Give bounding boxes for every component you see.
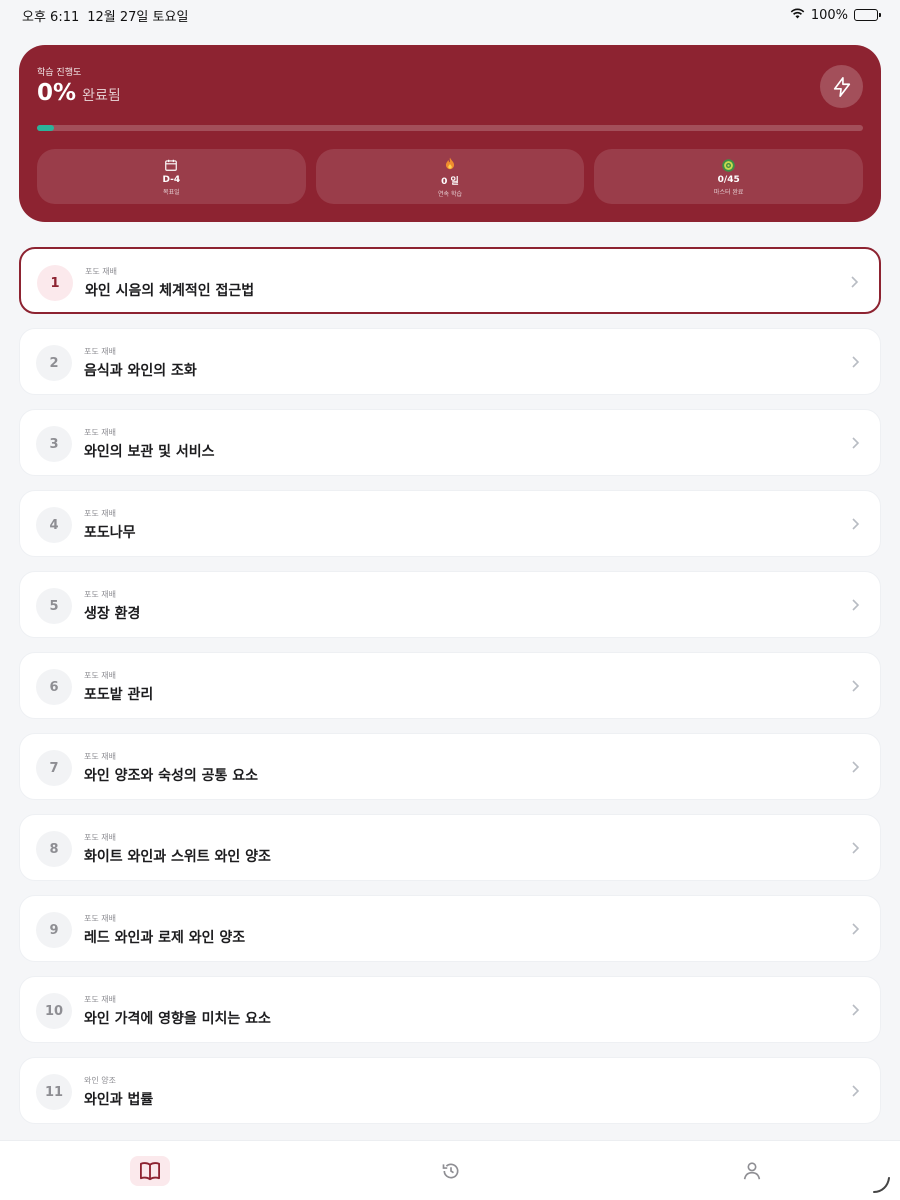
chevron-right-icon [852, 599, 860, 611]
stat-label: 목표일 [163, 189, 180, 196]
wifi-icon [790, 8, 805, 23]
lesson-title: 화이트 와인과 스위트 와인 양조 [84, 849, 271, 865]
status-bar: 오후 6:11 12월 27일 토요일 100% [0, 0, 900, 30]
lesson-title: 포도밭 관리 [84, 687, 154, 703]
lesson-title: 와인 양조와 숙성의 공통 요소 [84, 768, 259, 784]
lesson-category: 포도 재배 [85, 267, 117, 276]
lesson-title: 포도나무 [84, 525, 136, 541]
lesson-number: 3 [36, 426, 72, 462]
status-date: 12월 27일 토요일 [87, 9, 189, 25]
lesson-item[interactable]: 1 포도 재배 와인 시음의 체계적인 접근법 [19, 247, 881, 314]
progress-percent: 0% 완료됨 [37, 80, 121, 106]
chevron-right-icon [852, 356, 860, 368]
lesson-number: 10 [36, 993, 72, 1029]
lesson-list: 1 포도 재배 와인 시음의 체계적인 접근법 2 포도 재배 음식과 와인의 … [19, 247, 881, 1138]
lesson-item[interactable]: 3 포도 재배 와인의 보관 및 서비스 [19, 409, 881, 476]
lesson-category: 포도 재배 [84, 347, 116, 356]
quick-study-button[interactable] [820, 65, 863, 108]
stat-target-date: D-4 목표일 [37, 149, 306, 204]
progress-percent-value: 0% [37, 80, 77, 106]
calendar-icon [164, 157, 178, 173]
stat-label: 연속 학습 [438, 190, 462, 198]
chevron-right-icon [852, 518, 860, 530]
lesson-title: 레드 와인과 로제 와인 양조 [84, 930, 246, 946]
status-time: 오후 6:11 [22, 9, 80, 25]
lesson-title: 와인 시음의 체계적인 접근법 [85, 283, 255, 299]
chevron-right-icon [852, 1085, 860, 1097]
history-icon [442, 1163, 459, 1178]
lesson-item[interactable]: 6 포도 재배 포도밭 관리 [19, 652, 881, 719]
chevron-right-icon [852, 1004, 860, 1016]
progress-percent-suffix: 완료됨 [82, 88, 121, 104]
stat-mastered: 0/45 마스터 완료 [594, 149, 864, 204]
stat-streak: 0 일 연속 학습 [315, 149, 585, 204]
chevron-right-icon [852, 437, 860, 449]
stat-value: 0/45 [717, 175, 740, 185]
lesson-category: 포도 재배 [84, 590, 116, 599]
lesson-title: 와인과 법률 [84, 1092, 154, 1108]
target-icon [721, 157, 736, 173]
lesson-number: 6 [36, 669, 72, 705]
chevron-right-icon [852, 923, 860, 935]
lesson-category: 포도 재배 [84, 671, 116, 680]
lesson-category: 포도 재배 [84, 509, 116, 518]
battery-percent: 100% [810, 7, 848, 23]
tab-bar [0, 1140, 900, 1200]
person-icon [743, 1161, 761, 1179]
progress-bar [37, 125, 863, 131]
lesson-title: 생장 환경 [84, 606, 141, 622]
chevron-right-icon [852, 680, 860, 692]
tab-study[interactable] [130, 1155, 170, 1186]
progress-card: 학습 진행도 0% 완료됨 D-4 목표일 0 일 연속 학습 0/45 마스터… [19, 45, 881, 222]
corner-indicator-icon [873, 1177, 890, 1193]
tab-profile[interactable] [732, 1156, 772, 1186]
lesson-category: 포도 재배 [84, 833, 116, 842]
lesson-category: 포도 재배 [84, 914, 116, 923]
lesson-item[interactable]: 5 포도 재배 생장 환경 [19, 571, 881, 638]
lesson-item[interactable]: 4 포도 재배 포도나무 [19, 490, 881, 557]
flame-icon [443, 156, 457, 172]
lesson-item[interactable]: 9 포도 재배 레드 와인과 로제 와인 양조 [19, 895, 881, 962]
lesson-number: 1 [37, 265, 73, 301]
lesson-category: 포도 재배 [84, 995, 116, 1004]
stat-label: 마스터 완료 [713, 189, 744, 196]
chevron-right-icon [852, 842, 860, 854]
stat-value: 0 일 [441, 176, 459, 187]
lesson-title: 와인의 보관 및 서비스 [84, 444, 215, 460]
lightning-icon [833, 76, 850, 97]
stat-value: D-4 [162, 175, 181, 185]
lesson-number: 9 [36, 912, 72, 948]
battery-icon [854, 9, 881, 21]
lesson-number: 7 [36, 750, 72, 786]
lesson-number: 5 [36, 588, 72, 624]
lesson-number: 8 [36, 831, 72, 867]
chevron-right-icon [851, 276, 859, 288]
lesson-number: 11 [36, 1074, 72, 1110]
lesson-item[interactable]: 2 포도 재배 음식과 와인의 조화 [19, 328, 881, 395]
lesson-item[interactable]: 7 포도 재배 와인 양조와 숙성의 공통 요소 [19, 733, 881, 800]
lesson-category: 와인 양조 [84, 1076, 116, 1085]
lesson-title: 음식과 와인의 조화 [84, 363, 197, 379]
chevron-right-icon [852, 761, 860, 773]
progress-bar-fill [37, 125, 54, 131]
lesson-item[interactable]: 8 포도 재배 화이트 와인과 스위트 와인 양조 [19, 814, 881, 881]
lesson-category: 포도 재배 [84, 752, 116, 761]
lesson-title: 와인 가격에 영향을 미치는 요소 [84, 1011, 271, 1027]
lesson-category: 포도 재배 [84, 428, 116, 437]
lesson-number: 4 [36, 507, 72, 543]
book-icon [140, 1161, 160, 1180]
tab-history[interactable] [431, 1156, 471, 1186]
lesson-number: 2 [36, 345, 72, 381]
progress-label: 학습 진행도 [37, 68, 82, 78]
lesson-item[interactable]: 10 포도 재배 와인 가격에 영향을 미치는 요소 [19, 976, 881, 1043]
lesson-item[interactable]: 11 와인 양조 와인과 법률 [19, 1057, 881, 1124]
